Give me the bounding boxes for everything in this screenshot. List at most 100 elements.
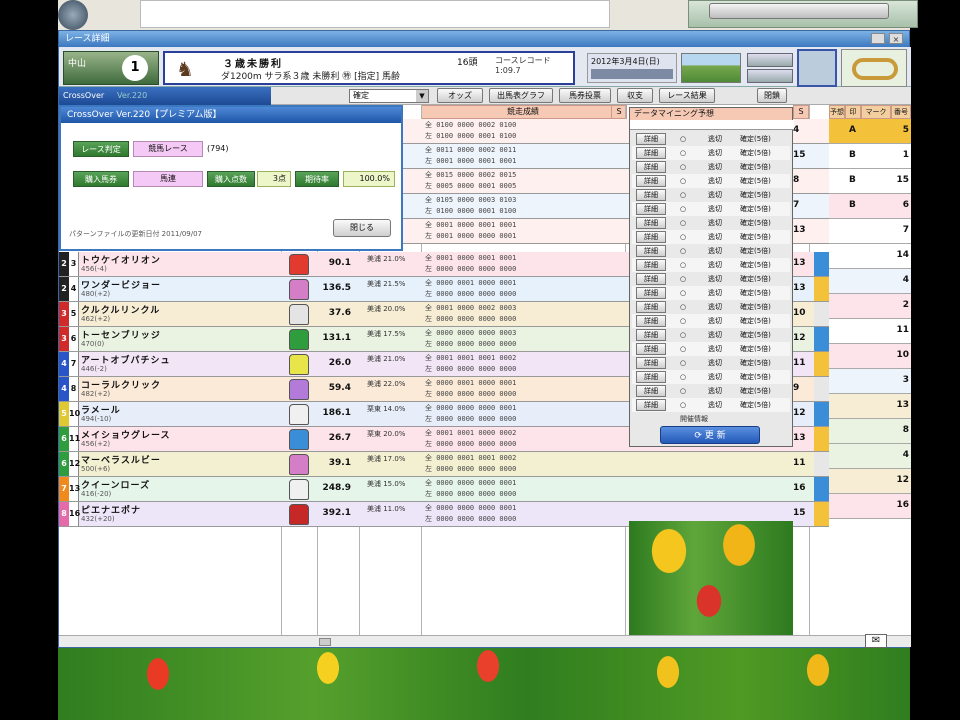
detail-button[interactable]: 詳細 [636, 189, 666, 201]
trainer-stat: 美浦 20.0% [367, 305, 406, 313]
confidence-text: 確定(5倍) [740, 275, 771, 283]
detail-button[interactable]: 詳細 [636, 329, 666, 341]
dialog-close-button[interactable]: 閉じる [333, 219, 391, 237]
jockey-silk-icon [289, 454, 309, 475]
header-button-2[interactable] [747, 69, 793, 83]
result-button[interactable]: レース結果 [659, 88, 715, 103]
header-button-1[interactable] [747, 53, 793, 67]
s-header-2: S [793, 105, 809, 119]
balance-button[interactable]: 収支 [617, 88, 653, 103]
rank-number: 7 [793, 200, 800, 210]
record-line: 左 0001 0000 0001 0001 [425, 157, 517, 165]
close-race-button[interactable]: 閉鎖 [757, 88, 787, 103]
detail-button[interactable]: 詳細 [636, 301, 666, 313]
color-marker [814, 302, 829, 326]
horse-number-right: 3 [902, 375, 909, 385]
detail-button[interactable]: 詳細 [636, 399, 666, 411]
confidence-text: 確定(5倍) [740, 149, 771, 157]
status-combo[interactable]: 確定 ▼ [349, 89, 429, 103]
horse-number: 6 [69, 327, 79, 351]
horse-number: 3 [69, 252, 79, 276]
prediction-mark: ○ [680, 359, 687, 367]
confidence-text: 確定(5倍) [740, 163, 771, 171]
rank-number: 11 [793, 358, 806, 368]
prediction-mark: ○ [680, 303, 687, 311]
close-button[interactable]: × [889, 33, 903, 44]
dm-row: 詳細 ○ 逃切 確定(5倍) [632, 398, 790, 412]
race-date: 2012年3月4日(日) [587, 53, 677, 83]
running-style: 逃切 [708, 149, 722, 157]
detail-button[interactable]: 詳細 [636, 203, 666, 215]
prediction-mark: ○ [680, 317, 687, 325]
background-button[interactable] [709, 3, 889, 19]
prediction-mark: ○ [680, 401, 687, 409]
record-line: 左 0005 0000 0001 0005 [425, 182, 517, 190]
detail-button[interactable]: 詳細 [636, 133, 666, 145]
record-line: 全 0000 0001 0000 0001 [425, 379, 517, 387]
minimize-button[interactable] [871, 33, 885, 44]
detail-button[interactable]: 詳細 [636, 161, 666, 173]
frame-number: 6 [59, 427, 69, 451]
detail-button[interactable]: 詳細 [636, 273, 666, 285]
running-style: 逃切 [708, 275, 722, 283]
rank-number: 13 [793, 258, 806, 268]
judge-code: (794) [207, 144, 229, 153]
dm-row: 詳細 ○ 逃切 確定(5倍) [632, 258, 790, 272]
confidence-text: 確定(5倍) [740, 359, 771, 367]
detail-button[interactable]: 詳細 [636, 147, 666, 159]
horizontal-scrollbar[interactable]: ✉ [59, 634, 911, 648]
record-line: 全 0001 0001 0001 0002 [425, 354, 517, 362]
odds-button[interactable]: オッズ [437, 88, 483, 103]
running-style: 逃切 [708, 359, 722, 367]
chevron-down-icon[interactable]: ▼ [416, 90, 428, 102]
prediction-row: 13 [829, 394, 911, 419]
prediction-mark: ○ [680, 289, 687, 297]
detail-button[interactable]: 詳細 [636, 287, 666, 299]
detail-button[interactable]: 詳細 [636, 315, 666, 327]
confidence-text: 確定(5倍) [740, 401, 771, 409]
running-style: 逃切 [708, 177, 722, 185]
race-header: 中山 1 ♞ ３歳未勝利 16頭 コースレコード 1:09.7 ダ1200m サ… [59, 47, 911, 87]
record-line: 全 0015 0000 0002 0015 [425, 171, 517, 179]
prediction-row: B6 [829, 194, 911, 219]
entry-graph-button[interactable]: 出馬表グラフ [489, 88, 553, 103]
horse-number-right: 13 [896, 400, 909, 410]
race-number: 1 [122, 55, 148, 81]
table-row[interactable]: 6 12 マーベラスルビー 500(+6) 39.1 美浦 17.0% 全 0000 000… [59, 452, 829, 477]
dm-row: 詳細 ○ 逃切 確定(5倍) [632, 328, 790, 342]
mail-icon[interactable]: ✉ [865, 634, 887, 648]
tulip-wallpaper [58, 648, 910, 720]
table-row[interactable]: 7 13 クイーンローズ 416(-20) 248.9 美浦 15.0% 全 0000 00… [59, 477, 829, 502]
data-mining-selector[interactable] [630, 120, 794, 130]
horse-weight: 456(+2) [81, 440, 111, 448]
record-line: 左 0000 0000 0000 0000 [425, 340, 517, 348]
detail-button[interactable]: 詳細 [636, 231, 666, 243]
odds-value: 39.1 [328, 458, 351, 468]
detail-button[interactable]: 詳細 [636, 175, 666, 187]
detail-button[interactable]: 詳細 [636, 371, 666, 383]
confidence-text: 確定(5倍) [740, 303, 771, 311]
detail-button[interactable]: 詳細 [636, 245, 666, 257]
detail-button[interactable]: 詳細 [636, 357, 666, 369]
rank-number: 8 [793, 175, 800, 185]
rank-number: 13 [793, 283, 806, 293]
update-button[interactable]: ⟳ 更 新 [660, 426, 760, 444]
detail-button[interactable]: 詳細 [636, 217, 666, 229]
record-line: 全 0001 0001 0000 0002 [425, 429, 517, 437]
horse-number: 5 [69, 302, 79, 326]
running-style: 逃切 [708, 163, 722, 171]
record-line: 左 0000 0000 0000 0000 [425, 440, 517, 448]
detail-button[interactable]: 詳細 [636, 385, 666, 397]
vote-button[interactable]: 馬券投票 [559, 88, 611, 103]
running-style: 逃切 [708, 387, 722, 395]
app-version: Ver.220 [117, 91, 148, 100]
confidence-text: 確定(5倍) [740, 205, 771, 213]
scroll-thumb[interactable] [319, 638, 331, 646]
detail-button[interactable]: 詳細 [636, 259, 666, 271]
record-line: 全 0000 0001 0001 0002 [425, 454, 517, 462]
camera-picture[interactable] [797, 49, 837, 87]
record-line: 全 0011 0000 0002 0011 [425, 146, 517, 154]
trainer-stat: 美浦 11.0% [367, 505, 406, 513]
detail-button[interactable]: 詳細 [636, 343, 666, 355]
running-style: 逃切 [708, 345, 722, 353]
